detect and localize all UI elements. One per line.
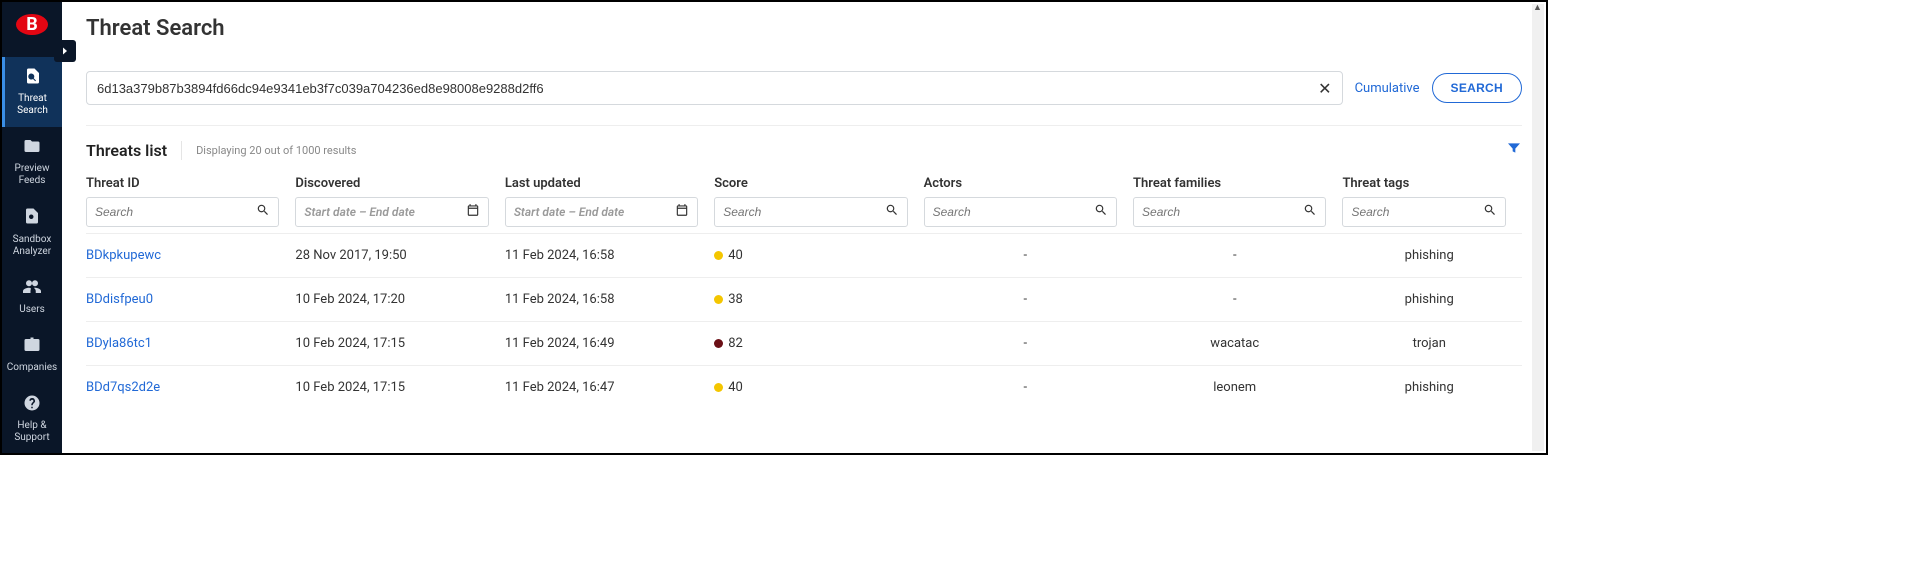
cell-actors: - — [924, 366, 1133, 410]
date-placeholder: Start date – End date — [514, 205, 675, 219]
calendar-icon — [466, 203, 480, 221]
filter-score[interactable] — [714, 197, 907, 227]
col-score: Score — [714, 168, 923, 234]
filter-threat-id[interactable] — [86, 197, 279, 227]
clear-search-icon[interactable]: ✕ — [1318, 79, 1331, 98]
briefcase-icon — [23, 336, 41, 358]
filter-icon[interactable] — [1506, 140, 1522, 160]
nav-label: Sandbox Analyzer — [4, 234, 60, 258]
sidebar-expand-chevron-icon[interactable] — [54, 40, 76, 62]
sidebar-item-preview-feeds[interactable]: Preview Feeds — [2, 127, 62, 197]
filter-tags-input[interactable] — [1351, 205, 1483, 219]
col-actors: Actors — [924, 168, 1133, 234]
vertical-scrollbar[interactable] — [1532, 4, 1544, 451]
search-icon — [256, 203, 270, 221]
cell-updated: 11 Feb 2024, 16:47 — [505, 366, 714, 410]
col-discovered: Discovered Start date – End date — [295, 168, 504, 234]
cell-updated: 11 Feb 2024, 16:49 — [505, 322, 714, 366]
table-row: BDdisfpeu010 Feb 2024, 17:2011 Feb 2024,… — [86, 278, 1522, 322]
cell-tags: phishing — [1342, 366, 1522, 410]
cell-families: leonem — [1133, 366, 1342, 410]
nav-label: Preview Feeds — [4, 163, 60, 187]
threats-list-title: Threats list — [86, 141, 182, 160]
filter-tags[interactable] — [1342, 197, 1506, 227]
cumulative-link[interactable]: Cumulative — [1355, 81, 1420, 96]
score-dot-icon — [714, 251, 723, 260]
cell-tags: phishing — [1342, 278, 1522, 322]
nav-label: Threat Search — [5, 93, 60, 117]
nav-label: Help & Support — [4, 420, 60, 444]
threat-id-link[interactable]: BDd7qs2d2e — [86, 366, 295, 410]
filter-discovered[interactable]: Start date – End date — [295, 197, 488, 227]
nav-label: Companies — [7, 362, 57, 374]
help-circle-icon — [23, 394, 41, 416]
search-icon — [1094, 203, 1108, 221]
score-dot-icon — [714, 339, 723, 348]
score-dot-icon — [714, 295, 723, 304]
table-row: BDd7qs2d2e10 Feb 2024, 17:1511 Feb 2024,… — [86, 366, 1522, 410]
left-sidebar: B Threat Search Preview Feeds Sa — [2, 2, 62, 453]
threat-search-bar: ✕ — [86, 71, 1343, 105]
sidebar-item-help-support[interactable]: Help & Support — [2, 384, 62, 454]
cell-score: 40 — [714, 366, 923, 410]
cell-tags: phishing — [1342, 234, 1522, 278]
folder-icon — [23, 137, 41, 159]
cell-score: 82 — [714, 322, 923, 366]
search-icon — [885, 203, 899, 221]
threats-table: Threat ID Discovered Start date – End da… — [86, 168, 1522, 409]
sidebar-item-sandbox-analyzer[interactable]: Sandbox Analyzer — [2, 197, 62, 267]
filter-threat-id-input[interactable] — [95, 205, 256, 219]
brand-logo: B — [16, 14, 48, 35]
cell-updated: 11 Feb 2024, 16:58 — [505, 278, 714, 322]
cell-families: - — [1133, 278, 1342, 322]
sidebar-item-users[interactable]: Users — [2, 268, 62, 326]
cell-discovered: 10 Feb 2024, 17:15 — [295, 366, 504, 410]
sidebar-item-companies[interactable]: Companies — [2, 326, 62, 384]
filter-actors-input[interactable] — [933, 205, 1094, 219]
cell-discovered: 28 Nov 2017, 19:50 — [295, 234, 504, 278]
cell-actors: - — [924, 322, 1133, 366]
search-icon — [1303, 203, 1317, 221]
threat-id-link[interactable]: BDkpkupewc — [86, 234, 295, 278]
col-last-updated: Last updated Start date – End date — [505, 168, 714, 234]
threat-search-input[interactable] — [97, 81, 1318, 96]
cell-actors: - — [924, 278, 1133, 322]
users-icon — [23, 278, 41, 300]
search-icon — [1483, 203, 1497, 221]
cell-score: 38 — [714, 278, 923, 322]
cell-families: - — [1133, 234, 1342, 278]
threats-list-count: Displaying 20 out of 1000 results — [182, 144, 356, 157]
filter-families[interactable] — [1133, 197, 1326, 227]
document-search-icon — [24, 67, 42, 89]
cell-actors: - — [924, 234, 1133, 278]
cell-score: 40 — [714, 234, 923, 278]
nav-label: Users — [19, 304, 45, 316]
search-button[interactable]: SEARCH — [1432, 73, 1522, 103]
sidebar-item-threat-search[interactable]: Threat Search — [2, 57, 62, 127]
page-title: Threat Search — [86, 16, 1522, 53]
date-placeholder: Start date – End date — [304, 205, 465, 219]
col-threat-id: Threat ID — [86, 168, 295, 234]
filter-last-updated[interactable]: Start date – End date — [505, 197, 698, 227]
calendar-icon — [675, 203, 689, 221]
table-row: BDkpkupewc28 Nov 2017, 19:5011 Feb 2024,… — [86, 234, 1522, 278]
file-analyze-icon — [23, 207, 41, 229]
cell-discovered: 10 Feb 2024, 17:15 — [295, 322, 504, 366]
filter-score-input[interactable] — [723, 205, 884, 219]
table-row: BDyla86tc110 Feb 2024, 17:1511 Feb 2024,… — [86, 322, 1522, 366]
cell-tags: trojan — [1342, 322, 1522, 366]
threat-id-link[interactable]: BDdisfpeu0 — [86, 278, 295, 322]
filter-actors[interactable] — [924, 197, 1117, 227]
main-content: Threat Search ✕ Cumulative SEARCH Threat… — [62, 2, 1546, 453]
threat-id-link[interactable]: BDyla86tc1 — [86, 322, 295, 366]
col-threat-families: Threat families — [1133, 168, 1342, 234]
cell-families: wacatac — [1133, 322, 1342, 366]
col-threat-tags: Threat tags — [1342, 168, 1522, 234]
score-dot-icon — [714, 383, 723, 392]
cell-discovered: 10 Feb 2024, 17:20 — [295, 278, 504, 322]
filter-families-input[interactable] — [1142, 205, 1303, 219]
app-window: B Threat Search Preview Feeds Sa — [0, 0, 1548, 455]
cell-updated: 11 Feb 2024, 16:58 — [505, 234, 714, 278]
